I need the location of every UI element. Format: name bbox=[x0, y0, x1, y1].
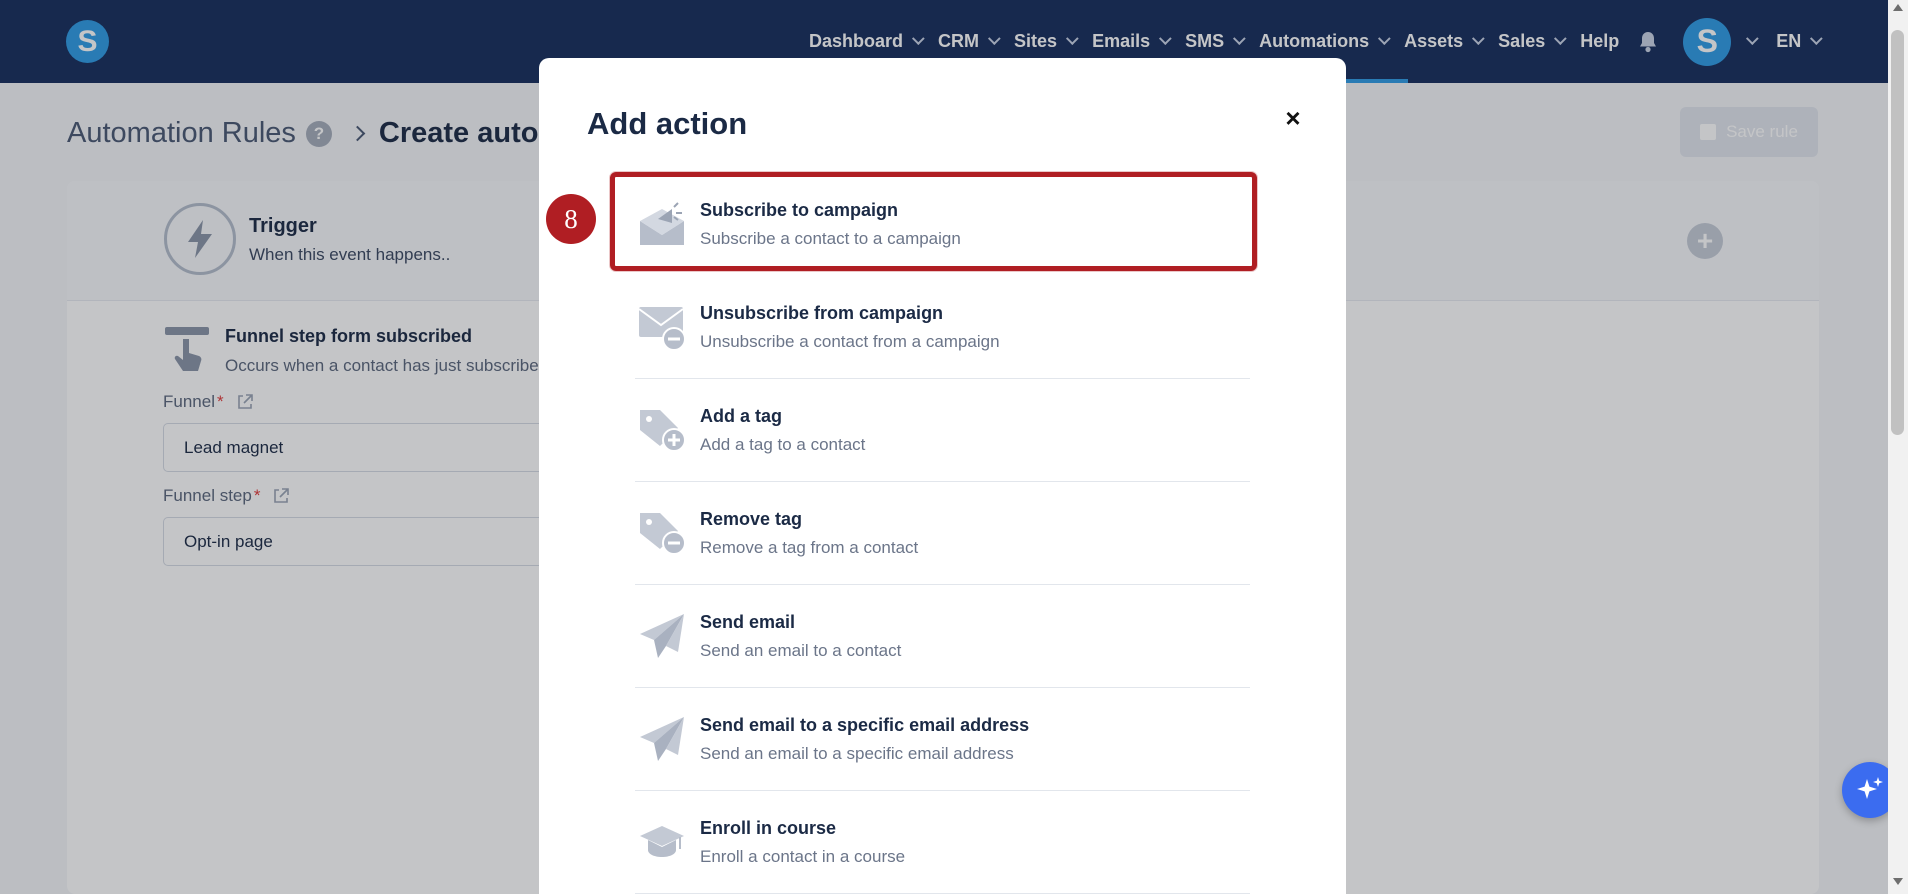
highlight-frame bbox=[610, 172, 1257, 271]
action-add-a-tag[interactable]: Add a tag Add a tag to a contact bbox=[635, 379, 1250, 482]
action-title: Remove tag bbox=[700, 508, 803, 529]
scroll-up-arrow-icon[interactable] bbox=[1893, 4, 1903, 11]
tag-plus-icon bbox=[640, 410, 686, 452]
action-subtitle: Remove a tag from a contact bbox=[700, 537, 919, 557]
graduation-cap-icon bbox=[640, 826, 684, 857]
action-subtitle: Unsubscribe a contact from a campaign bbox=[700, 331, 1000, 351]
action-title: Enroll in course bbox=[700, 817, 837, 838]
scrollbar-thumb[interactable] bbox=[1891, 30, 1904, 435]
action-send-email[interactable]: Send email Send an email to a contact bbox=[635, 585, 1250, 688]
action-title: Add a tag bbox=[700, 405, 783, 426]
paper-plane-icon bbox=[640, 614, 684, 658]
paper-plane-icon bbox=[640, 717, 684, 761]
action-enroll-in-course[interactable]: Enroll in course Enroll a contact in a c… bbox=[635, 791, 1250, 894]
action-send-email-to-specific-address[interactable]: Send email to a specific email address S… bbox=[635, 688, 1250, 791]
action-subtitle: Send an email to a specific email addres… bbox=[700, 743, 1014, 763]
envelope-minus-icon bbox=[638, 307, 686, 351]
action-title: Send email to a specific email address bbox=[700, 714, 1030, 735]
action-list: Subscribe to campaign Subscribe a contac… bbox=[635, 173, 1250, 894]
action-remove-tag[interactable]: Remove tag Remove a tag from a contact bbox=[635, 482, 1250, 585]
action-title: Unsubscribe from campaign bbox=[700, 302, 944, 323]
tag-minus-icon bbox=[640, 513, 686, 555]
action-subtitle: Add a tag to a contact bbox=[700, 434, 866, 454]
action-subtitle: Send an email to a contact bbox=[700, 640, 902, 660]
modal-title: Add action bbox=[587, 106, 748, 141]
close-icon[interactable]: × bbox=[1277, 102, 1309, 134]
action-subtitle: Enroll a contact in a course bbox=[700, 846, 906, 866]
scroll-down-arrow-icon[interactable] bbox=[1893, 878, 1903, 885]
action-unsubscribe-from-campaign[interactable]: Unsubscribe from campaign Unsubscribe a … bbox=[635, 276, 1250, 379]
action-title: Send email bbox=[700, 611, 796, 632]
step-number-badge: 8 bbox=[546, 194, 596, 244]
